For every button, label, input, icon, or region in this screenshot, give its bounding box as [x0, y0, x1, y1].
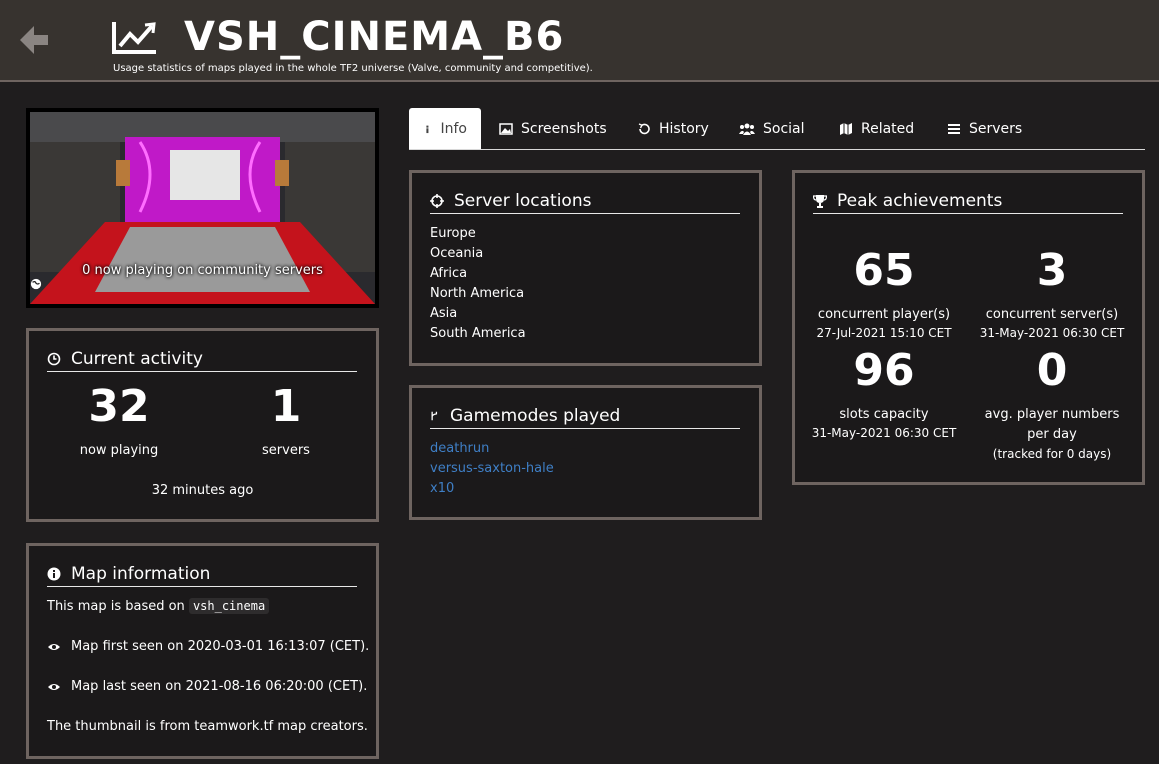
page-header: VSH_CINEMA_B6 Usage statistics of maps p…	[0, 0, 1159, 82]
info-icon	[426, 125, 429, 133]
map-information-title: Map information	[47, 564, 210, 584]
tab-history-label: History	[659, 120, 709, 137]
peak-players-label: concurrent player(s)	[817, 307, 951, 322]
trophy-icon	[813, 195, 827, 208]
peak-achievements-title: Peak achievements	[813, 191, 1002, 211]
globe-icon	[30, 278, 42, 290]
location-item: Oceania	[430, 246, 484, 261]
location-item: North America	[430, 286, 525, 301]
servers-count: 1	[270, 381, 302, 432]
peak-players-date: 27-Jul-2021 15:10 CET	[816, 326, 952, 340]
map-thumbnail: 0 now playing on community servers	[26, 108, 379, 308]
map-information-panel: Map information This map is based on vsh…	[26, 543, 379, 759]
thumbnail-caption: 0 now playing on community servers	[30, 263, 375, 290]
last-seen-line: Map last seen on 2021-08-16 06:20:00 (CE…	[47, 679, 367, 694]
title-divider	[430, 213, 740, 214]
tab-screenshots[interactable]: Screenshots	[485, 108, 621, 149]
current-activity-panel: Current activity 32 now playing 1 server…	[26, 328, 379, 522]
line-chart-icon	[112, 22, 156, 54]
peak-servers-date: 31-May-2021 06:30 CET	[979, 326, 1125, 340]
server-locations-title: Server locations	[430, 191, 591, 211]
peak-servers-label: concurrent server(s)	[985, 307, 1119, 322]
gamemode-link-deathrun[interactable]: deathrun	[430, 441, 489, 456]
tab-history[interactable]: History	[623, 108, 723, 149]
title-divider	[813, 213, 1123, 214]
tab-info-label: Info	[440, 120, 468, 137]
title-divider	[47, 586, 357, 587]
gamemode-link-x10[interactable]: x10	[430, 481, 454, 496]
users-icon	[739, 123, 755, 135]
peak-servers-value: 3	[1036, 245, 1068, 296]
first-seen-line: Map first seen on 2020-03-01 16:13:07 (C…	[47, 639, 369, 654]
slots-capacity-label: slots capacity	[839, 407, 929, 422]
thumbnail-caption-text: 0 now playing on community servers	[82, 263, 323, 278]
gamemodes-panel: Gamemodes played deathrun versus-saxton-…	[409, 385, 762, 520]
tab-social-label: Social	[763, 120, 805, 137]
map-information-title-text: Map information	[71, 564, 211, 584]
title-divider	[47, 371, 357, 372]
gamemodes-title: Gamemodes played	[430, 406, 620, 426]
first-seen-text: Map first seen on 2020-03-01 16:13:07 (C…	[71, 639, 370, 654]
players-label: now playing	[79, 443, 159, 458]
crosshairs-icon	[430, 194, 444, 208]
avg-players-value: 0	[1036, 345, 1068, 396]
page-title: VSH_CINEMA_B6	[184, 14, 565, 60]
tab-servers[interactable]: Servers	[933, 108, 1036, 149]
last-seen-text: Map last seen on 2021-08-16 06:20:00 (CE…	[71, 679, 368, 694]
servers-label: servers	[262, 443, 310, 458]
page-subtitle: Usage statistics of maps played in the w…	[113, 63, 593, 74]
peak-players-value: 65	[853, 245, 915, 296]
based-on-prefix: This map is based on	[47, 599, 185, 614]
players-count: 32	[88, 381, 150, 432]
avg-players-label: avg. player numbers	[984, 407, 1120, 422]
avg-players-note: (tracked for 0 days)	[992, 447, 1112, 461]
info-circle-icon	[47, 567, 61, 581]
slots-capacity-date: 31-May-2021 06:30 CET	[811, 426, 957, 440]
clock-icon	[47, 352, 61, 366]
current-activity-title-text: Current activity	[71, 349, 203, 369]
location-item: Europe	[430, 226, 476, 241]
arrow-left-icon[interactable]	[14, 20, 54, 60]
gamemodes-title-text: Gamemodes played	[450, 406, 621, 426]
eye-icon	[48, 683, 60, 690]
server-list-icon	[948, 123, 960, 134]
thumbnail-credit: The thumbnail is from teamwork.tf map cr…	[47, 719, 368, 734]
image-icon	[499, 122, 513, 135]
tab-bar: Info Screenshots History Social Related	[409, 108, 1145, 150]
eye-icon	[48, 643, 60, 650]
based-on-line: This map is based on vsh_cinema	[47, 598, 270, 614]
tab-social[interactable]: Social	[725, 108, 819, 149]
location-item: Asia	[430, 306, 458, 321]
map-icon	[840, 122, 852, 135]
location-item: Africa	[430, 266, 468, 281]
tab-screenshots-label: Screenshots	[521, 120, 607, 137]
slots-capacity-value: 96	[853, 345, 915, 396]
peak-achievements-panel: Peak achievements 65 concurrent player(s…	[792, 170, 1145, 485]
server-locations-title-text: Server locations	[454, 191, 592, 211]
tab-related-label: Related	[861, 120, 915, 137]
current-activity-title: Current activity	[47, 349, 203, 369]
tab-related[interactable]: Related	[825, 108, 928, 149]
code-fork-icon	[431, 411, 438, 421]
tab-info[interactable]: Info	[409, 108, 481, 149]
peak-achievements-title-text: Peak achievements	[837, 191, 1003, 211]
server-locations-panel: Server locations Europe Oceania Africa N…	[409, 170, 762, 366]
activity-updated: 32 minutes ago	[151, 483, 254, 498]
based-on-map: vsh_cinema	[188, 598, 270, 614]
history-icon	[638, 122, 650, 134]
avg-players-label-2: per day	[1027, 427, 1077, 442]
tab-servers-label: Servers	[969, 120, 1023, 137]
title-divider	[430, 428, 740, 429]
gamemode-link-versus-saxton-hale[interactable]: versus-saxton-hale	[430, 461, 554, 476]
location-item: South America	[430, 326, 526, 341]
